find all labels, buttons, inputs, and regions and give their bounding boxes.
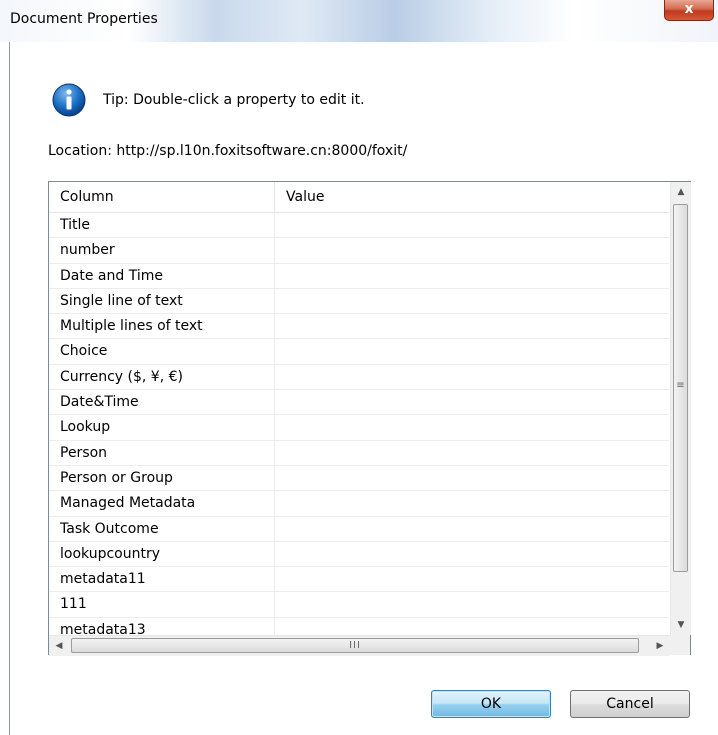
column-header-value[interactable]: Value [276, 182, 669, 212]
ok-button[interactable]: OK [431, 690, 551, 718]
table-row[interactable]: Choice [49, 339, 669, 365]
location-text: Location: http://sp.l10n.foxitsoftware.c… [48, 143, 408, 159]
property-value[interactable] [276, 567, 669, 591]
property-name: lookupcountry [49, 541, 275, 567]
property-value[interactable] [276, 289, 669, 313]
property-name: Task Outcome [49, 516, 275, 541]
property-value[interactable] [276, 339, 669, 363]
title-bar: Document Properties x [0, 0, 718, 42]
info-icon [52, 83, 86, 117]
table-row[interactable]: 111 [49, 592, 669, 618]
property-name: Lookup [49, 415, 275, 440]
tip-text: Tip: Double-click a property to edit it. [103, 92, 365, 108]
scroll-down-icon[interactable]: ▼ [671, 615, 691, 635]
table-row[interactable]: number [49, 238, 669, 264]
vertical-scroll-thumb[interactable]: ≡ [673, 204, 688, 572]
table-row[interactable]: Currency ($, ¥, €) [49, 364, 669, 391]
property-value[interactable] [276, 517, 669, 541]
horizontal-scrollbar[interactable]: ◀ III ▶ [49, 635, 670, 656]
table-row[interactable]: Title [49, 213, 669, 239]
property-value[interactable] [276, 390, 669, 414]
property-name: number [49, 238, 275, 263]
table-row[interactable]: Date&Time [49, 390, 669, 416]
cancel-button[interactable]: Cancel [570, 690, 690, 718]
property-value[interactable] [276, 592, 669, 616]
property-name: 111 [49, 592, 275, 617]
table-rows: Title number Date and Time Single line o… [49, 213, 669, 644]
property-name: Date and Time [49, 263, 275, 288]
property-value[interactable] [276, 441, 669, 465]
property-value[interactable] [276, 466, 669, 490]
property-name: Multiple lines of text [49, 314, 275, 339]
property-name: Person [49, 440, 275, 465]
grip-icon: III [349, 640, 361, 651]
column-header-column[interactable]: Column [49, 182, 275, 212]
table-row[interactable]: Date and Time [49, 263, 669, 289]
property-name: Date&Time [49, 390, 275, 415]
property-value[interactable] [276, 491, 669, 515]
scroll-up-icon[interactable]: ▲ [671, 182, 691, 202]
table-row[interactable]: Multiple lines of text [49, 314, 669, 340]
table-row[interactable]: Lookup [49, 415, 669, 441]
properties-table: Column Value Title number Date and Time … [48, 181, 691, 656]
property-value[interactable] [276, 415, 669, 439]
property-name: Choice [49, 339, 275, 364]
property-name: Managed Metadata [49, 491, 275, 516]
scroll-right-icon[interactable]: ▶ [650, 636, 670, 656]
horizontal-scroll-thumb[interactable]: III [71, 638, 639, 653]
close-icon: x [684, 1, 694, 17]
property-name: Single line of text [49, 288, 275, 314]
property-value[interactable] [276, 213, 669, 237]
table-header: Column Value [49, 182, 669, 213]
vertical-scrollbar[interactable]: ▲ ≡ ▼ [670, 182, 691, 635]
table-row[interactable]: Person [49, 440, 669, 466]
table-row[interactable]: Person or Group [49, 465, 669, 492]
property-value[interactable] [276, 365, 669, 389]
table-row[interactable]: Task Outcome [49, 516, 669, 542]
grip-icon: ≡ [676, 380, 685, 391]
property-name: metadata11 [49, 567, 275, 592]
table-row[interactable]: metadata11 [49, 567, 669, 593]
table-row[interactable]: Single line of text [49, 288, 669, 315]
scroll-left-icon[interactable]: ◀ [49, 636, 69, 656]
property-name: Title [49, 213, 275, 238]
close-button[interactable]: x [664, 0, 714, 21]
table-row[interactable]: Managed Metadata [49, 491, 669, 517]
property-value[interactable] [276, 542, 669, 566]
property-value[interactable] [276, 264, 669, 288]
property-value[interactable] [276, 314, 669, 338]
window-frame-left [0, 42, 10, 735]
property-name: Currency ($, ¥, €) [49, 364, 275, 390]
property-name: Person or Group [49, 465, 275, 491]
scrollbar-corner [670, 635, 690, 655]
table-row[interactable]: lookupcountry [49, 541, 669, 568]
property-value[interactable] [276, 238, 669, 262]
dialog-title: Document Properties [10, 11, 158, 27]
